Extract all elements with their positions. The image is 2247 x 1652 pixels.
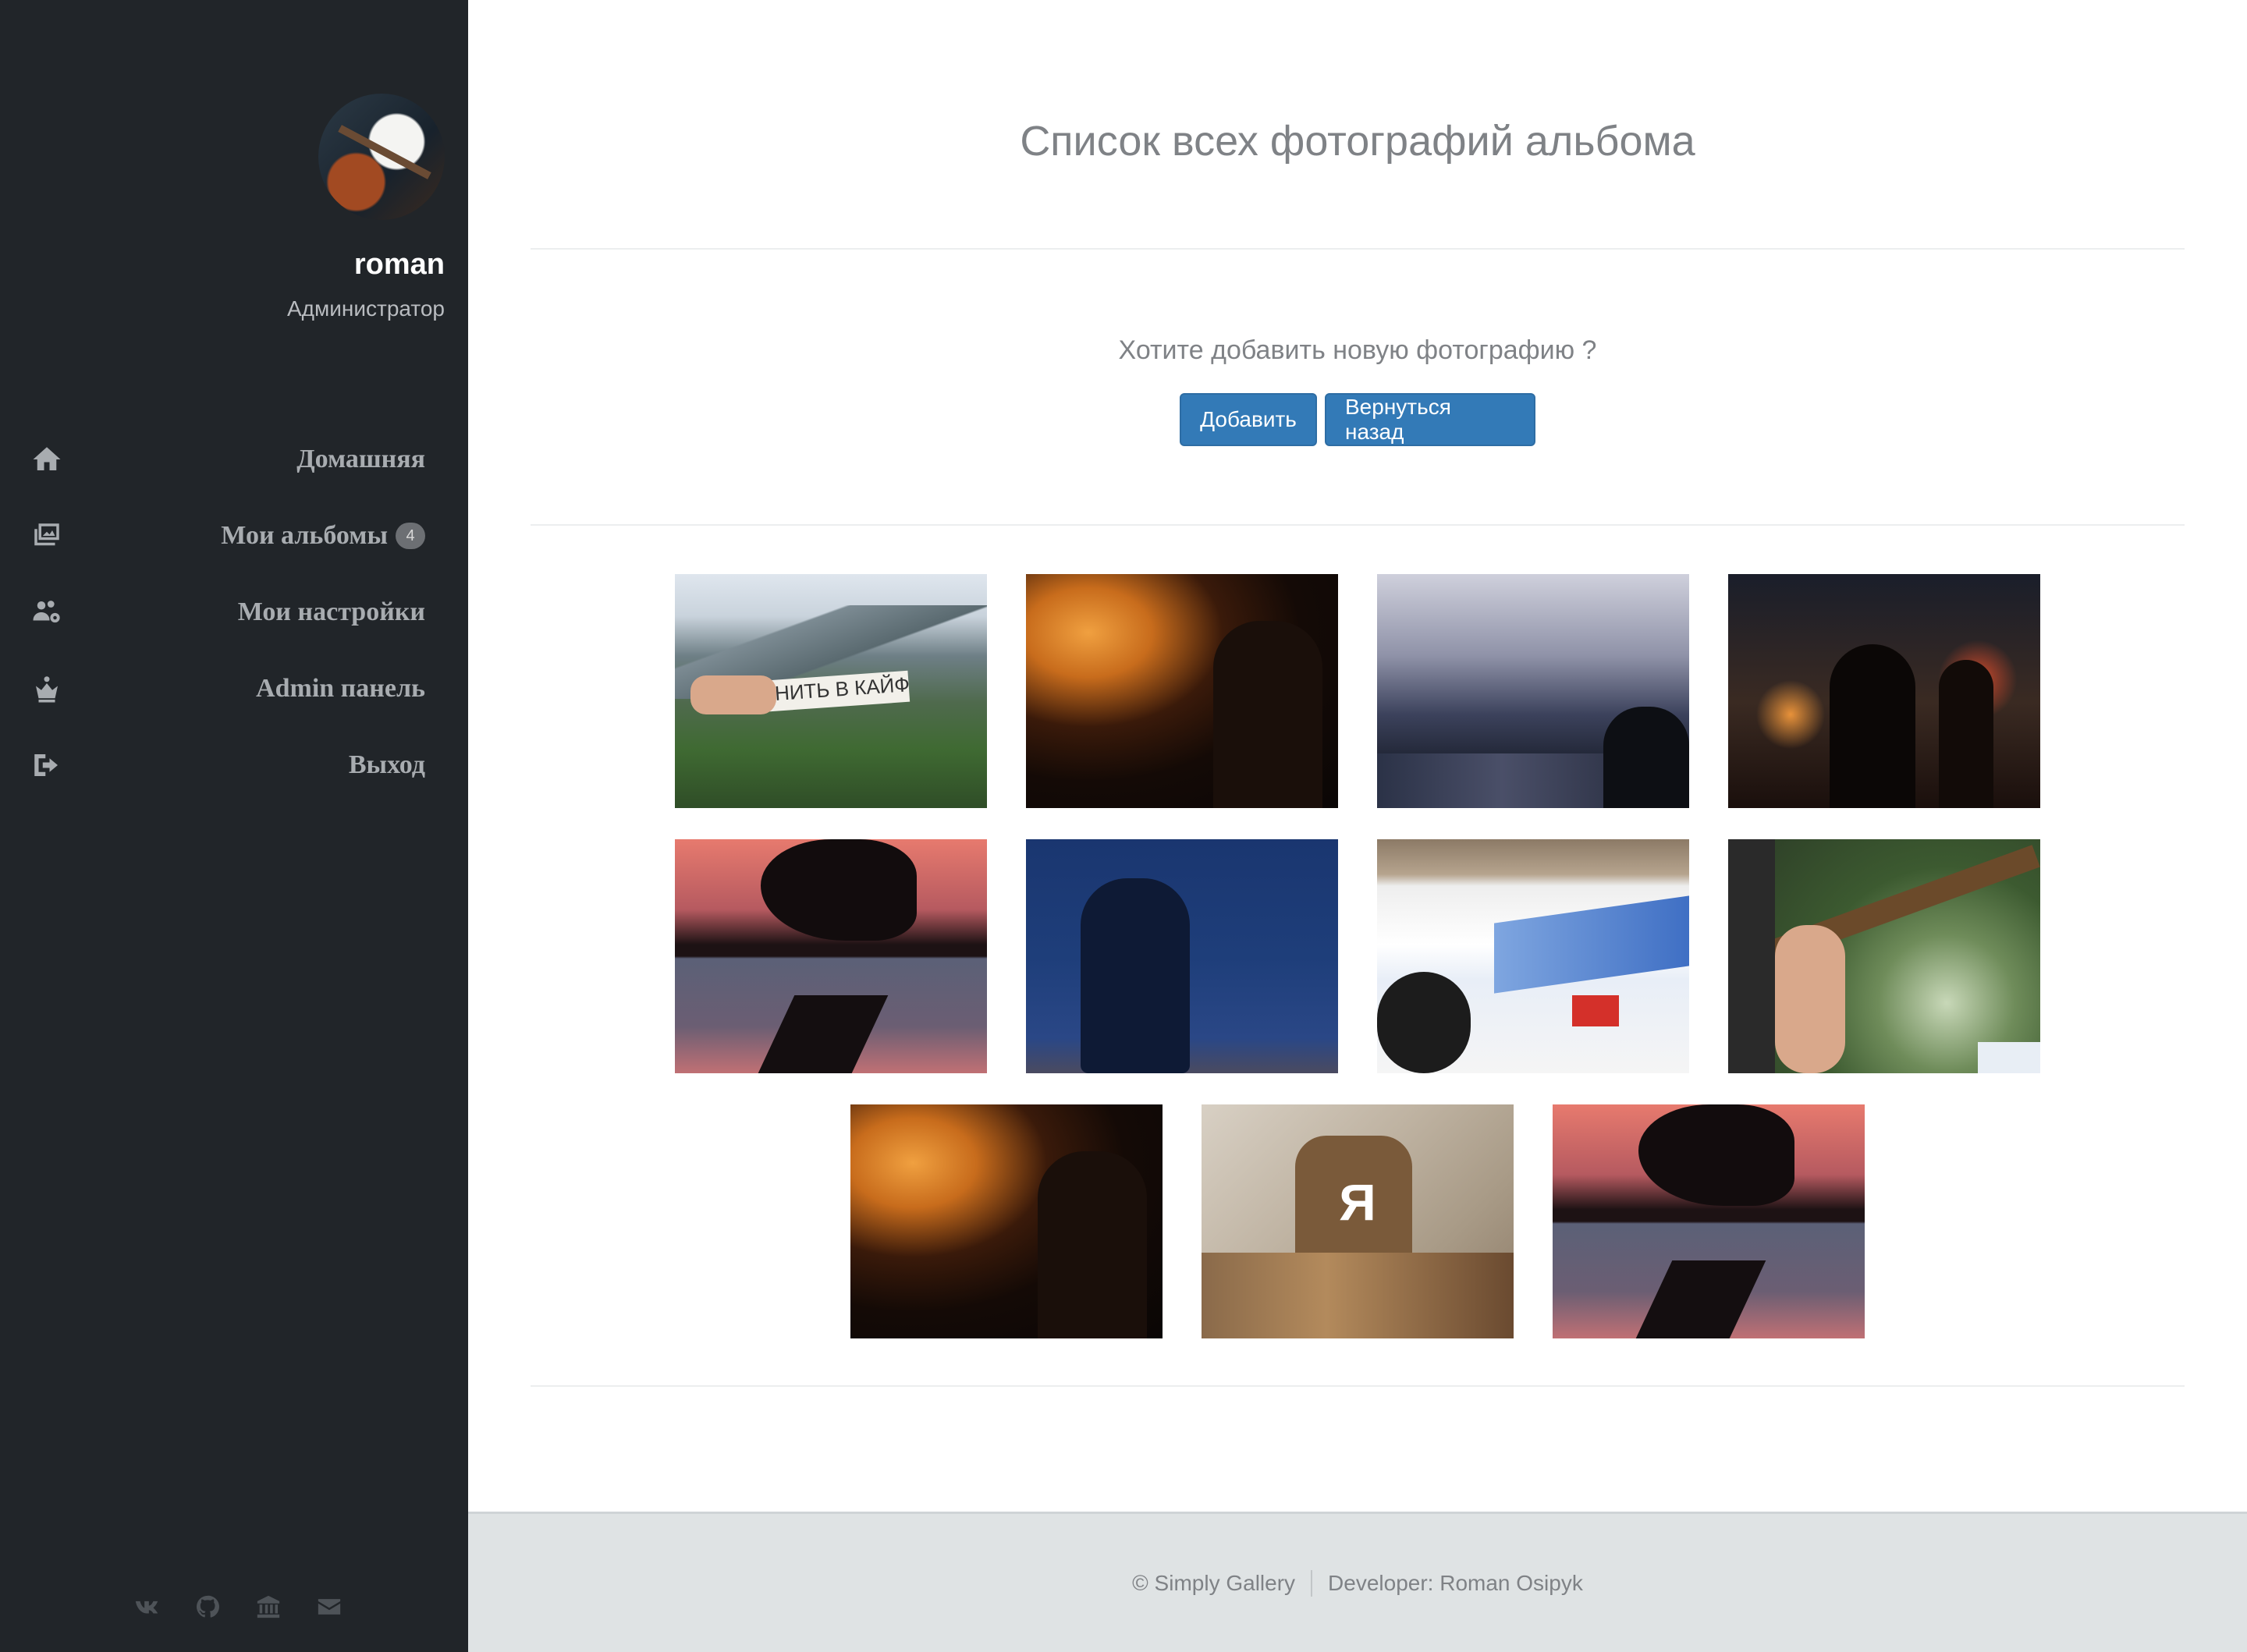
sidebar-item-label: Домашняя <box>296 445 425 473</box>
add-photo-prompt: Хотите добавить новую фотографию ? <box>1118 335 1597 365</box>
github-icon[interactable] <box>192 1591 223 1622</box>
divider <box>531 248 2185 250</box>
divider <box>531 524 2185 526</box>
photo-thumbnail[interactable] <box>1377 574 1689 808</box>
sidebar-item-label: Мои альбомы 4 <box>221 521 425 551</box>
bank-icon[interactable] <box>253 1591 284 1622</box>
photo-thumbnail[interactable] <box>1026 574 1338 808</box>
photo-thumbnail[interactable]: Я СЕССИЯ <box>1202 1104 1514 1338</box>
divider <box>531 1385 2185 1387</box>
photo-caption: Я СЕССИЯ <box>1339 1173 1376 1231</box>
sign-out-icon <box>30 748 64 782</box>
footer: © Simply Gallery Developer: Roman Osipyk <box>468 1512 2247 1652</box>
main-content: Список всех фотографий альбома Хотите до… <box>468 0 2247 1512</box>
back-button[interactable]: Вернуться назад <box>1325 393 1535 446</box>
page-title: Список всех фотографий альбома <box>1020 118 1695 165</box>
user-role: Администратор <box>286 296 445 321</box>
footer-separator <box>1311 1569 1313 1597</box>
user-name: roman <box>353 248 445 281</box>
sidebar-item-albums-text: Мои альбомы <box>221 521 388 550</box>
photo-row: НИТЬ В КАЙФ <box>468 574 2247 808</box>
sidebar-item-label: Admin панель <box>256 674 425 703</box>
footer-copyright: © Simply Gallery <box>1132 1570 1296 1595</box>
photo-thumbnail[interactable] <box>1553 1104 1865 1338</box>
sidebar-item-albums[interactable]: Мои альбомы 4 <box>0 498 468 574</box>
footer-developer[interactable]: Developer: Roman Osipyk <box>1328 1571 1583 1596</box>
action-buttons: Добавить Вернуться назад <box>468 393 2247 446</box>
crown-icon <box>30 672 64 706</box>
photo-thumbnail[interactable] <box>1026 839 1338 1073</box>
sidebar: roman Администратор Домашняя Мои альбомы… <box>0 0 468 1652</box>
avatar[interactable] <box>318 94 445 220</box>
sidebar-item-home[interactable]: Домашняя <box>0 421 468 498</box>
photo-thumbnail[interactable] <box>675 839 987 1073</box>
add-button[interactable]: Добавить <box>1180 393 1317 446</box>
albums-count-badge: 4 <box>396 523 425 549</box>
envelope-icon[interactable] <box>314 1591 345 1622</box>
photo-thumbnail[interactable] <box>1728 574 2040 808</box>
sidebar-item-logout[interactable]: Выход <box>0 727 468 803</box>
sidebar-item-admin[interactable]: Admin панель <box>0 651 468 727</box>
photo-row <box>468 839 2247 1073</box>
photo-thumbnail[interactable] <box>1377 839 1689 1073</box>
home-icon <box>30 442 64 477</box>
vk-icon[interactable] <box>131 1591 162 1622</box>
photo-thumbnail[interactable]: НИТЬ В КАЙФ <box>675 574 987 808</box>
sidebar-item-label: Выход <box>348 750 425 779</box>
users-cog-icon <box>30 595 64 629</box>
sidebar-item-settings[interactable]: Мои настройки <box>0 574 468 651</box>
photo-thumbnail[interactable] <box>850 1104 1163 1338</box>
sidebar-item-label: Мои настройки <box>237 597 425 626</box>
images-icon <box>30 519 64 553</box>
photo-row: Я СЕССИЯ <box>468 1104 2247 1338</box>
social-links <box>131 1591 345 1622</box>
photo-thumbnail[interactable] <box>1728 839 2040 1073</box>
sidebar-nav: Домашняя Мои альбомы 4 Мои настройки Adm… <box>0 421 468 803</box>
